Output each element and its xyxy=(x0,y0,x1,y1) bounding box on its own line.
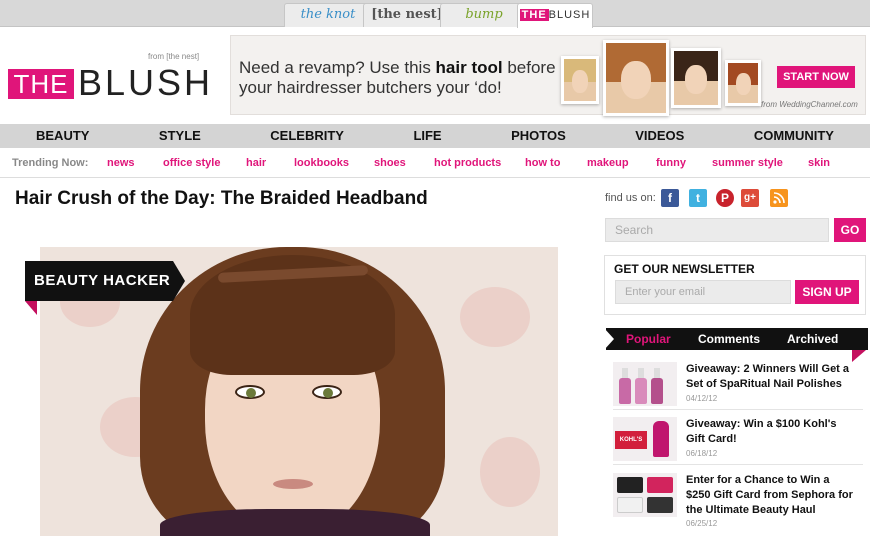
hair-tool-ad-banner[interactable]: Need a revamp? Use this hair tool before… xyxy=(230,35,866,116)
trending-link-makeup[interactable]: makeup xyxy=(587,157,629,169)
trending-link-how-to[interactable]: how to xyxy=(525,157,560,169)
item-date: 06/18/12 xyxy=(686,449,718,458)
ad-footer: from WeddingChannel.com xyxy=(761,100,858,109)
popular-tabs: Popular Comments Archived xyxy=(604,328,868,362)
rss-icon[interactable] xyxy=(770,189,788,207)
network-tabs-bar: the knot [the nest] bump THE BLUSH xyxy=(0,0,870,28)
tab-comments[interactable]: Comments xyxy=(698,328,760,350)
find-us-label: find us on: xyxy=(605,192,656,204)
newsletter-signup-button[interactable]: SIGN UP xyxy=(795,280,859,304)
nav-celebrity[interactable]: CELEBRITY xyxy=(270,124,344,148)
item-title[interactable]: Giveaway: Win a $100 Kohl's Gift Card! xyxy=(686,417,856,447)
nav-style[interactable]: STYLE xyxy=(159,124,201,148)
trending-link-hair[interactable]: hair xyxy=(246,157,266,169)
tab-the-knot[interactable]: the knot xyxy=(284,3,372,27)
beauty-hacker-badge[interactable]: BEAUTY HACKER xyxy=(25,261,185,315)
list-item[interactable]: Enter for a Chance to Win a $250 Gift Ca… xyxy=(613,473,863,528)
google-plus-icon[interactable]: g+ xyxy=(741,189,759,207)
trending-bar: Trending Now: news office style hair loo… xyxy=(0,150,870,178)
trending-link-hot-products[interactable]: hot products xyxy=(434,157,501,169)
kohls-card-label: KOHL'S xyxy=(615,431,647,449)
trending-link-summer-style[interactable]: summer style xyxy=(712,157,783,169)
main-nav: BEAUTY STYLE CELEBRITY LIFE PHOTOS VIDEO… xyxy=(0,124,870,148)
newsletter-box: GET OUR NEWSLETTER Enter your email SIGN… xyxy=(604,255,866,315)
nav-photos[interactable]: PHOTOS xyxy=(511,124,566,148)
tab-the-bump[interactable]: bump xyxy=(440,3,528,27)
nav-videos[interactable]: VIDEOS xyxy=(635,124,684,148)
facebook-icon[interactable]: f xyxy=(661,189,679,207)
kohls-giftcard-thumbnail: KOHL'S xyxy=(613,417,677,461)
trending-link-office-style[interactable]: office style xyxy=(163,157,220,169)
tab-the-blush-prefix: THE xyxy=(519,9,549,21)
trending-link-funny[interactable]: funny xyxy=(656,157,686,169)
site-header: from [the nest] THE BLUSH Need a revamp?… xyxy=(0,28,870,124)
tab-the-blush-label: BLUSH xyxy=(548,9,591,21)
beauty-hacker-label: BEAUTY HACKER xyxy=(25,261,173,301)
list-item[interactable]: Giveaway: 2 Winners Will Get a Set of Sp… xyxy=(613,362,863,410)
nail-polish-thumbnail xyxy=(613,362,677,406)
ad-start-now-button[interactable]: START NOW xyxy=(777,66,855,88)
item-title[interactable]: Giveaway: 2 Winners Will Get a Set of Sp… xyxy=(686,362,856,392)
ad-model-photo xyxy=(603,40,669,116)
item-title[interactable]: Enter for a Chance to Win a $250 Gift Ca… xyxy=(686,473,856,518)
item-date: 04/12/12 xyxy=(686,394,718,403)
trending-link-skin[interactable]: skin xyxy=(808,157,830,169)
search-input[interactable]: Search xyxy=(605,218,829,242)
newsletter-heading: GET OUR NEWSLETTER xyxy=(614,262,755,276)
logo-blush: BLUSH xyxy=(78,62,214,103)
article-title: Hair Crush of the Day: The Braided Headb… xyxy=(15,188,428,209)
ad-model-photo xyxy=(561,56,599,104)
tab-the-nest[interactable]: [the nest] xyxy=(363,3,451,27)
trending-link-shoes[interactable]: shoes xyxy=(374,157,406,169)
item-date: 06/25/12 xyxy=(686,519,718,528)
tab-archived[interactable]: Archived xyxy=(787,328,838,350)
nav-beauty[interactable]: BEAUTY xyxy=(36,124,89,148)
logo-from-text: from [the nest] xyxy=(148,52,200,61)
trending-link-news[interactable]: news xyxy=(107,157,135,169)
nav-community[interactable]: COMMUNITY xyxy=(754,124,834,148)
tab-the-blush[interactable]: THE BLUSH xyxy=(517,3,593,28)
sephora-giftcard-thumbnail xyxy=(613,473,677,517)
twitter-icon[interactable]: t xyxy=(689,189,707,207)
nav-life[interactable]: LIFE xyxy=(413,124,441,148)
search-go-button[interactable]: GO xyxy=(834,218,866,242)
tab-popular[interactable]: Popular xyxy=(626,328,671,350)
list-item[interactable]: KOHL'S Giveaway: Win a $100 Kohl's Gift … xyxy=(613,417,863,465)
pinterest-icon[interactable]: P xyxy=(716,189,734,207)
ad-model-photo xyxy=(671,48,721,108)
ad-model-photo xyxy=(725,60,761,106)
ad-headline: Need a revamp? Use this hair tool before… xyxy=(239,58,556,97)
logo-the: THE xyxy=(8,69,74,99)
trending-label: Trending Now: xyxy=(12,157,89,169)
newsletter-email-field[interactable]: Enter your email xyxy=(615,280,791,304)
trending-link-lookbooks[interactable]: lookbooks xyxy=(294,157,349,169)
